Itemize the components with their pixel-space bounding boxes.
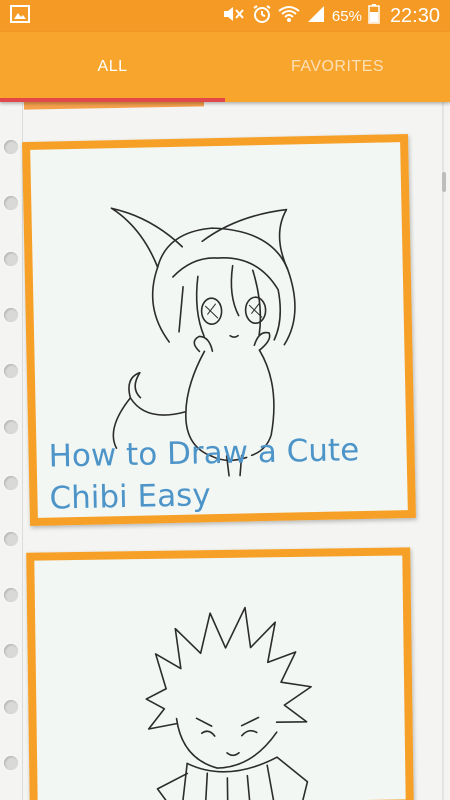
binding-hole bbox=[4, 476, 18, 490]
clock: 22:30 bbox=[389, 4, 440, 27]
binding-hole bbox=[4, 700, 18, 714]
tutorial-card[interactable] bbox=[26, 547, 414, 800]
binding-hole bbox=[4, 588, 18, 602]
paper-edge bbox=[442, 102, 444, 800]
binding-hole bbox=[4, 420, 18, 434]
binding-hole bbox=[4, 196, 18, 210]
wifi-icon bbox=[278, 5, 300, 28]
binding-hole bbox=[4, 308, 18, 322]
tab-bar: ALL FAVORITES bbox=[0, 32, 450, 102]
binding-hole bbox=[4, 140, 18, 154]
binding-hole bbox=[4, 756, 18, 770]
gallery-icon bbox=[10, 4, 30, 28]
battery-percent: 65% bbox=[331, 7, 362, 25]
scrollbar[interactable] bbox=[442, 172, 446, 192]
chibi-spiky-sketch bbox=[145, 606, 312, 800]
mute-icon bbox=[222, 5, 246, 28]
status-bar: 65% 22:30 bbox=[0, 0, 450, 32]
binding-hole bbox=[4, 532, 18, 546]
binding-hole bbox=[4, 364, 18, 378]
tab-favorites[interactable]: FAVORITES bbox=[225, 32, 450, 102]
tutorial-card[interactable]: How to Draw a Cute Chibi Easy bbox=[22, 134, 416, 526]
tab-indicator bbox=[0, 98, 225, 102]
card-title: How to Draw a Cute Chibi Easy bbox=[48, 432, 360, 517]
signal-icon bbox=[306, 5, 326, 28]
tab-all-label: ALL bbox=[97, 58, 128, 75]
alarm-icon bbox=[252, 4, 272, 29]
app-screen: 65% 22:30 ALL FAVORITES How to Draw a Cu… bbox=[0, 0, 450, 800]
tab-favorites-label: FAVORITES bbox=[290, 58, 385, 75]
binding-hole bbox=[4, 644, 18, 658]
tab-all[interactable]: ALL bbox=[0, 32, 225, 102]
battery-icon bbox=[368, 3, 380, 29]
binding-hole bbox=[4, 252, 18, 266]
